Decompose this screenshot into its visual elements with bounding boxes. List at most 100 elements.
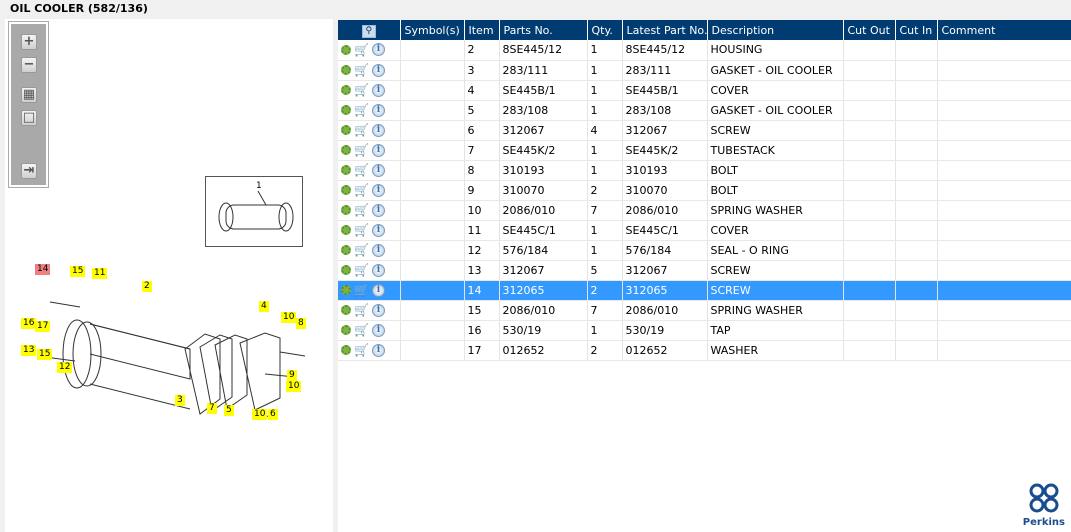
table-row[interactable]: 🛒 i 17 012652 2 012652 WASHER [338, 340, 1071, 361]
gear-icon[interactable] [341, 65, 351, 75]
table-row[interactable]: 🛒 i 4 SE445B/1 1 SE445B/1 COVER [338, 80, 1071, 101]
table-row[interactable]: 🛒 i 10 2086/010 7 2086/010 SPRING WASHER [338, 200, 1071, 221]
callout-label[interactable]: 6 [268, 409, 278, 420]
callout-label[interactable]: 15 [37, 349, 53, 360]
cart-icon[interactable]: 🛒 [354, 243, 369, 257]
callout-label[interactable]: 10 [281, 312, 297, 323]
cart-icon[interactable]: 🛒 [354, 203, 369, 217]
gear-icon[interactable] [341, 225, 351, 235]
column-header[interactable]: Cut Out [843, 20, 896, 40]
zoom-out-button[interactable]: − [21, 57, 37, 73]
toggle-list-button[interactable]: ⇥ [21, 163, 37, 179]
table-row[interactable]: 🛒 i 2 8SE445/12 1 8SE445/12 HOUSING [338, 40, 1071, 61]
actual-size-button[interactable]: □ [21, 110, 37, 126]
cart-icon[interactable]: 🛒 [354, 323, 369, 337]
gear-icon[interactable] [341, 285, 351, 295]
callout-label[interactable]: 2 [142, 281, 152, 292]
overview-thumbnail[interactable]: 1 [205, 176, 303, 247]
column-header[interactable]: Symbol(s) [400, 20, 465, 40]
info-icon[interactable]: i [371, 43, 385, 57]
info-icon[interactable]: i [371, 343, 385, 357]
info-icon[interactable]: i [371, 103, 385, 117]
cart-icon[interactable]: 🛒 [354, 183, 369, 197]
column-header[interactable]: Parts No. [499, 20, 588, 40]
gear-icon[interactable] [341, 125, 351, 135]
table-row[interactable]: 🛒 i 7 SE445K/2 1 SE445K/2 TUBESTACK [338, 140, 1071, 161]
column-header[interactable]: Comment [937, 20, 1071, 40]
gear-icon[interactable] [341, 165, 351, 175]
cart-icon[interactable]: 🛒 [354, 63, 369, 77]
callout-label[interactable]: 7 [207, 403, 217, 414]
gear-icon[interactable] [341, 185, 351, 195]
info-icon[interactable]: i [371, 263, 385, 277]
diagram-panel[interactable]: + − ▦ □ ⇥ 1 14 15 11 2 16 17 13 15 12 4 10 8 9 10 3 7 5 1… [5, 19, 333, 532]
table-row[interactable]: 🛒 i 13 312067 5 312067 SCREW [338, 260, 1071, 281]
column-header[interactable]: Item [464, 20, 500, 40]
info-icon[interactable]: i [371, 83, 385, 97]
callout-label[interactable]: 12 [57, 362, 73, 373]
gear-icon[interactable] [341, 305, 351, 315]
cart-icon[interactable]: 🛒 [354, 103, 369, 117]
cart-icon[interactable]: 🛒 [354, 123, 369, 137]
column-header[interactable]: Qty. [587, 20, 623, 40]
callout-label[interactable]: 9 [287, 370, 297, 381]
info-icon[interactable]: i [371, 283, 385, 297]
table-row[interactable]: 🛒 i 9 310070 2 310070 BOLT [338, 180, 1071, 201]
column-header[interactable]: Latest Part No. [622, 20, 708, 40]
gear-icon[interactable] [341, 205, 351, 215]
callout-label[interactable]: 10 [286, 381, 302, 392]
callout-label[interactable]: 10 [252, 409, 268, 420]
search-icon[interactable]: ⚲ [361, 24, 376, 38]
column-header[interactable]: Cut In [895, 20, 938, 40]
gear-icon[interactable] [341, 145, 351, 155]
callout-label[interactable]: 11 [92, 268, 108, 279]
callout-label[interactable]: 15 [70, 266, 86, 277]
cart-icon[interactable]: 🛒 [354, 143, 369, 157]
column-header[interactable]: Description [707, 20, 844, 40]
gear-icon[interactable] [341, 345, 351, 355]
search-column-header[interactable]: ⚲ [338, 20, 401, 40]
cart-icon[interactable]: 🛒 [354, 303, 369, 317]
callout-label[interactable]: 14 [35, 264, 51, 275]
callout-label[interactable]: 5 [224, 405, 234, 416]
gear-icon[interactable] [341, 85, 351, 95]
gear-icon[interactable] [341, 105, 351, 115]
table-row[interactable]: 🛒 i 6 312067 4 312067 SCREW [338, 120, 1071, 141]
table-row[interactable]: 🛒 i 11 SE445C/1 1 SE445C/1 COVER [338, 220, 1071, 241]
cart-icon[interactable]: 🛒 [354, 263, 369, 277]
info-icon[interactable]: i [371, 323, 385, 337]
info-icon[interactable]: i [371, 123, 385, 137]
table-row[interactable]: 🛒 i 5 283/108 1 283/108 GASKET - OIL COOLER [338, 100, 1071, 121]
callout-label[interactable]: 3 [175, 395, 185, 406]
table-row[interactable]: 🛒 i 3 283/111 1 283/111 GASKET - OIL COOLER [338, 60, 1071, 81]
table-row[interactable]: 🛒 i 15 2086/010 7 2086/010 SPRING WASHER [338, 300, 1071, 321]
info-icon[interactable]: i [371, 203, 385, 217]
cart-icon[interactable]: 🛒 [354, 163, 369, 177]
fit-view-button[interactable]: ▦ [21, 87, 37, 103]
gear-icon[interactable] [341, 325, 351, 335]
table-row[interactable]: 🛒 i 14 312065 2 312065 SCREW [338, 280, 1071, 301]
callout-label[interactable]: 13 [21, 345, 37, 356]
gear-icon[interactable] [341, 44, 351, 55]
cart-icon[interactable]: 🛒 [354, 223, 369, 237]
info-icon[interactable]: i [371, 183, 385, 197]
info-icon[interactable]: i [371, 243, 385, 257]
gear-icon[interactable] [341, 245, 351, 255]
info-icon[interactable]: i [371, 303, 385, 317]
gear-icon[interactable] [341, 265, 351, 275]
callout-label[interactable]: 8 [296, 318, 306, 329]
cart-icon[interactable]: 🛒 [354, 43, 369, 57]
cart-icon[interactable]: 🛒 [354, 343, 369, 357]
table-row[interactable]: 🛒 i 16 530/19 1 530/19 TAP [338, 320, 1071, 341]
info-icon[interactable]: i [371, 163, 385, 177]
table-row[interactable]: 🛒 i 8 310193 1 310193 BOLT [338, 160, 1071, 181]
zoom-in-button[interactable]: + [21, 34, 37, 50]
info-icon[interactable]: i [371, 223, 385, 237]
info-icon[interactable]: i [371, 143, 385, 157]
table-row[interactable]: 🛒 i 12 576/184 1 576/184 SEAL - O RING [338, 240, 1071, 261]
info-icon[interactable]: i [371, 63, 385, 77]
cart-icon[interactable]: 🛒 [354, 83, 369, 97]
callout-label[interactable]: 17 [35, 321, 51, 332]
callout-label[interactable]: 4 [259, 301, 269, 312]
cart-icon[interactable]: 🛒 [354, 283, 369, 297]
